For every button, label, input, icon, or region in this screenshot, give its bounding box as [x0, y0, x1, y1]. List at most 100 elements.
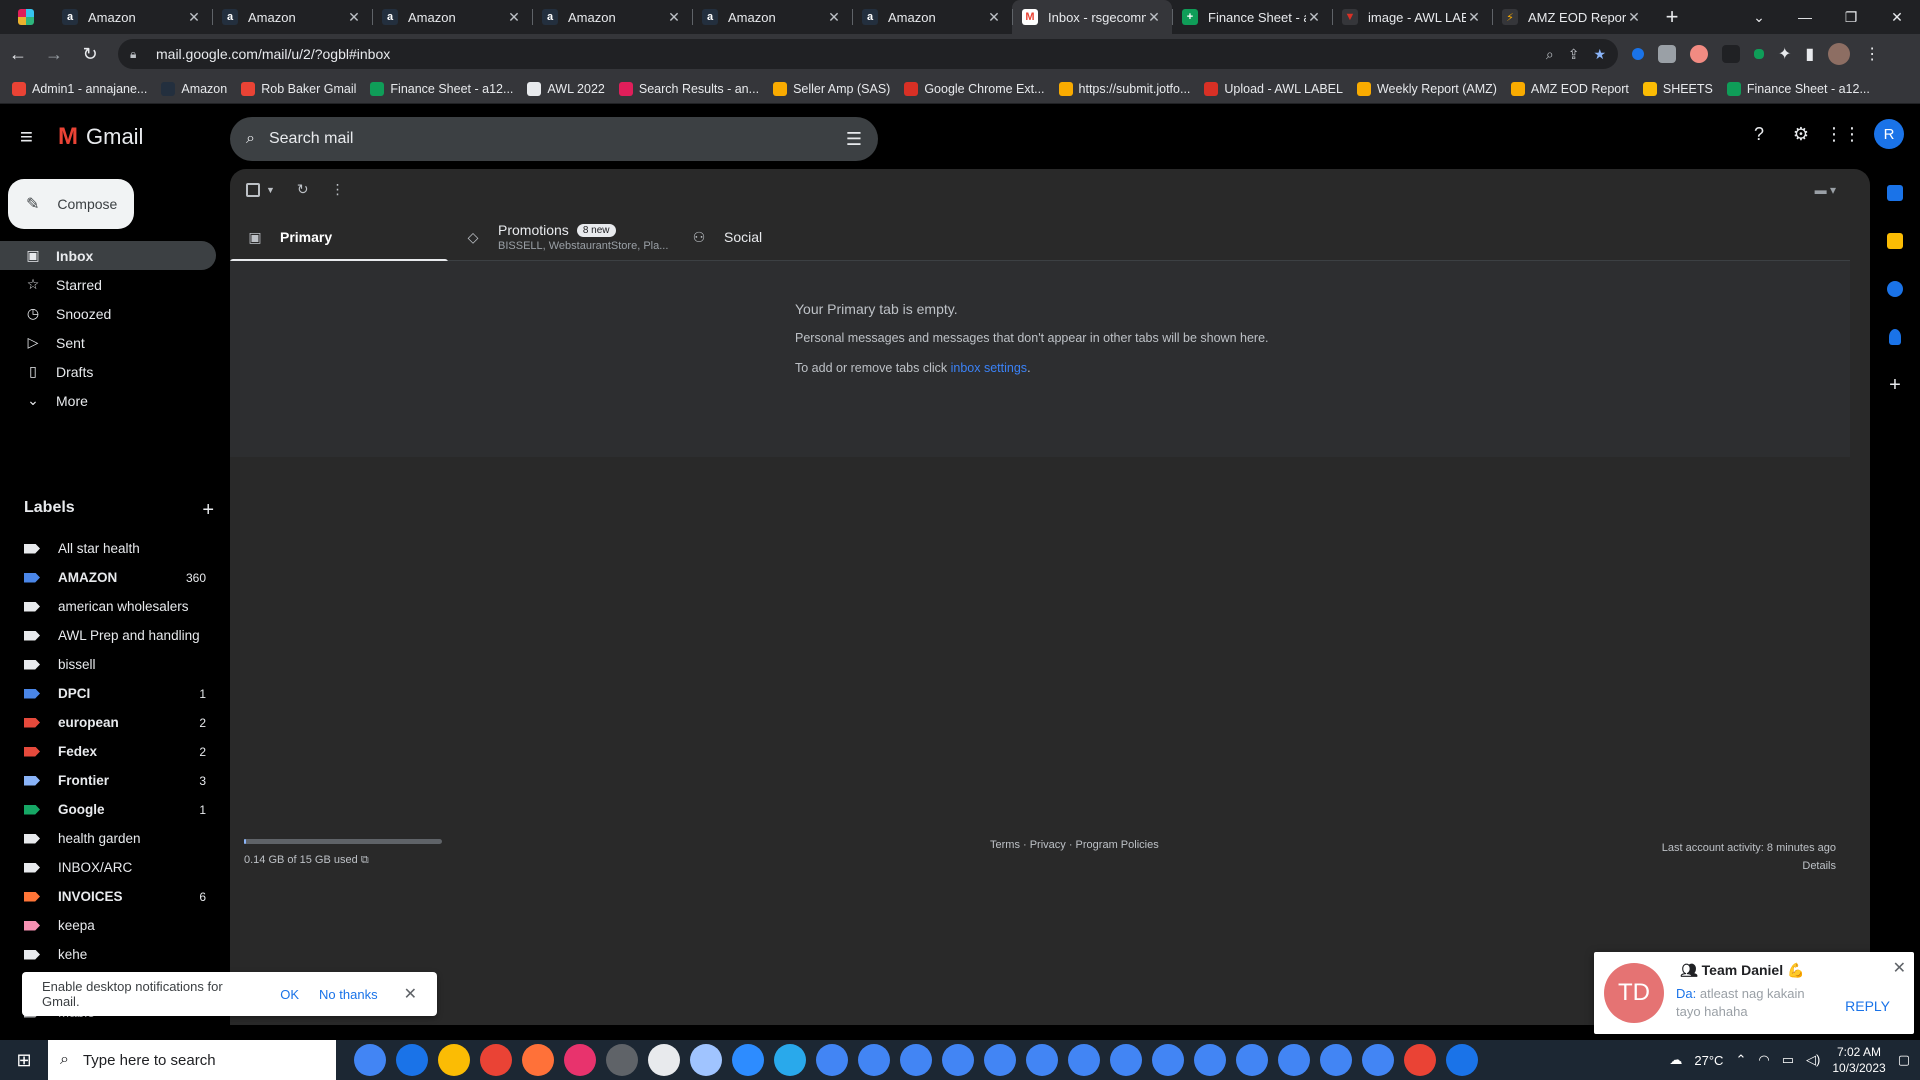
browser-tab[interactable]: ▼ image - AWL LAB ✕: [1332, 0, 1492, 34]
more-options-icon[interactable]: ⋮: [331, 181, 345, 198]
bookmark-item[interactable]: Finance Sheet - a12...: [370, 81, 513, 96]
battery-icon[interactable]: ▭: [1782, 1052, 1794, 1068]
label-item[interactable]: AWL Prep and handling: [0, 621, 216, 650]
taskbar-app-icon[interactable]: [396, 1044, 428, 1076]
taskbar-app-icon[interactable]: [438, 1044, 470, 1076]
no-thanks-button[interactable]: No thanks: [319, 987, 378, 1002]
taskbar-app-icon[interactable]: [1236, 1044, 1268, 1076]
tab-close-icon[interactable]: ✕: [1466, 9, 1482, 26]
address-bar[interactable]: 🔒︎ mail.google.com/mail/u/2/?ogbl#inbox …: [118, 39, 1618, 69]
tab-primary[interactable]: ▣ Primary: [230, 213, 448, 262]
tab-close-icon[interactable]: ✕: [1306, 9, 1322, 26]
settings-gear-icon[interactable]: ⚙: [1790, 123, 1812, 145]
profile-avatar[interactable]: [1828, 43, 1851, 65]
tab-close-icon[interactable]: ✕: [826, 9, 842, 26]
help-icon[interactable]: ?: [1748, 123, 1770, 145]
taskbar-app-icon[interactable]: [690, 1044, 722, 1076]
chat-toast[interactable]: TD 👥︎ Team Daniel 💪 Da: atleast nag kaka…: [1594, 952, 1914, 1034]
taskbar-app-icon[interactable]: [648, 1044, 680, 1076]
sidebar-item-inbox[interactable]: ▣ Inbox: [0, 241, 216, 270]
checkbox-icon[interactable]: [246, 182, 260, 197]
taskbar-app-icon[interactable]: [942, 1044, 974, 1076]
reload-icon[interactable]: ↻: [72, 36, 108, 72]
taskbar-search-input[interactable]: Type here to search: [83, 1052, 216, 1069]
forward-icon[interactable]: →: [36, 36, 72, 72]
new-tab-button[interactable]: +: [1652, 0, 1692, 34]
url-text[interactable]: mail.google.com/mail/u/2/?ogbl#inbox: [156, 46, 1546, 62]
taskbar-app-icon[interactable]: [1026, 1044, 1058, 1076]
share-icon[interactable]: ⇪: [1568, 46, 1580, 63]
label-item[interactable]: INVOICES 6: [0, 882, 216, 911]
taskbar-app-icon[interactable]: [816, 1044, 848, 1076]
chrome-menu-icon[interactable]: ⋮: [1864, 44, 1880, 64]
browser-tab[interactable]: a Amazon ✕: [52, 0, 212, 34]
bookmark-item[interactable]: SHEETS: [1642, 81, 1713, 96]
bookmark-item[interactable]: Weekly Report (AMZ): [1356, 81, 1497, 96]
label-item[interactable]: Frontier 3: [0, 766, 216, 795]
apps-grid-icon[interactable]: ⋮⋮: [1825, 123, 1861, 145]
taskbar-app-icon[interactable]: [1320, 1044, 1352, 1076]
bookmark-item[interactable]: Upload - AWL LABEL: [1204, 81, 1343, 96]
compose-button[interactable]: ✎ Compose: [8, 179, 134, 229]
slack-icon[interactable]: [0, 0, 52, 34]
zoom-icon[interactable]: ⌕: [1546, 46, 1554, 63]
label-item[interactable]: kehe: [0, 940, 216, 969]
taskbar-app-icon[interactable]: [564, 1044, 596, 1076]
weather-icon[interactable]: ☁: [1669, 1052, 1682, 1068]
keyboard-input-icon[interactable]: ▬ ▾: [1815, 183, 1836, 197]
taskbar-app-icon[interactable]: [1362, 1044, 1394, 1076]
label-item[interactable]: keepa: [0, 911, 216, 940]
label-item[interactable]: All star health: [0, 534, 216, 563]
taskbar-app-icon[interactable]: [984, 1044, 1016, 1076]
open-in-new-icon[interactable]: ⧉: [361, 854, 369, 866]
calendar-icon[interactable]: [1870, 169, 1920, 217]
browser-tab[interactable]: a Amazon ✕: [532, 0, 692, 34]
tab-search-icon[interactable]: ⌄: [1736, 0, 1782, 34]
extensions-puzzle-icon[interactable]: ✦: [1778, 44, 1791, 64]
label-item[interactable]: DPCI 1: [0, 679, 216, 708]
taskbar-app-icon[interactable]: [1110, 1044, 1142, 1076]
minimize-icon[interactable]: —: [1782, 0, 1828, 34]
tab-close-icon[interactable]: ✕: [346, 9, 362, 26]
tab-social[interactable]: ⚇ Social: [674, 213, 892, 261]
taskbar-app-icon[interactable]: [354, 1044, 386, 1076]
bookmark-item[interactable]: Google Chrome Ext...: [904, 81, 1045, 96]
sidebar-item-more[interactable]: ⌄ More: [0, 386, 216, 415]
lock-icon[interactable]: 🔒︎: [130, 47, 148, 62]
taskbar-app-icon[interactable]: [858, 1044, 890, 1076]
keep-icon[interactable]: [1870, 217, 1920, 265]
tab-close-icon[interactable]: ✕: [666, 9, 682, 26]
extension-icon[interactable]: [1754, 49, 1764, 59]
browser-tab[interactable]: ⚡ AMZ EOD Report ✕: [1492, 0, 1652, 34]
extension-icon[interactable]: [1658, 45, 1676, 63]
browser-tab[interactable]: M Inbox - rsgecomm ✕: [1012, 0, 1172, 34]
close-window-icon[interactable]: ✕: [1874, 0, 1920, 34]
label-item[interactable]: bissell: [0, 650, 216, 679]
bookmark-item[interactable]: https://submit.jotfo...: [1058, 81, 1190, 96]
taskbar-app-icon[interactable]: [480, 1044, 512, 1076]
bookmark-item[interactable]: AMZ EOD Report: [1510, 81, 1629, 96]
select-dropdown-icon[interactable]: ▼: [266, 185, 275, 195]
sidebar-item-sent[interactable]: ▷ Sent: [0, 328, 216, 357]
account-avatar[interactable]: R: [1874, 119, 1904, 149]
taskbar-app-icon[interactable]: [1194, 1044, 1226, 1076]
browser-tab[interactable]: + Finance Sheet - a ✕: [1172, 0, 1332, 34]
taskbar-app-icon[interactable]: [1068, 1044, 1100, 1076]
ok-button[interactable]: OK: [280, 987, 299, 1002]
bookmark-item[interactable]: Search Results - an...: [618, 81, 759, 96]
label-item[interactable]: AMAZON 360: [0, 563, 216, 592]
refresh-icon[interactable]: ↻: [297, 181, 309, 198]
tasks-icon[interactable]: [1870, 265, 1920, 313]
taskbar-app-icon[interactable]: [1152, 1044, 1184, 1076]
close-toast-icon[interactable]: ✕: [1893, 958, 1906, 978]
tab-close-icon[interactable]: ✕: [1626, 9, 1642, 26]
bookmark-item[interactable]: Rob Baker Gmail: [241, 81, 356, 96]
taskbar-app-icon[interactable]: [1446, 1044, 1478, 1076]
restore-icon[interactable]: ❐: [1828, 0, 1874, 34]
search-icon[interactable]: ⌕: [246, 130, 255, 148]
sidebar-item-snoozed[interactable]: ◷ Snoozed: [0, 299, 216, 328]
taskbar-search[interactable]: ⌕ Type here to search: [48, 1040, 336, 1080]
contacts-icon[interactable]: [1870, 313, 1920, 361]
search-input[interactable]: Search mail: [269, 130, 846, 148]
taskbar-app-icon[interactable]: [1278, 1044, 1310, 1076]
